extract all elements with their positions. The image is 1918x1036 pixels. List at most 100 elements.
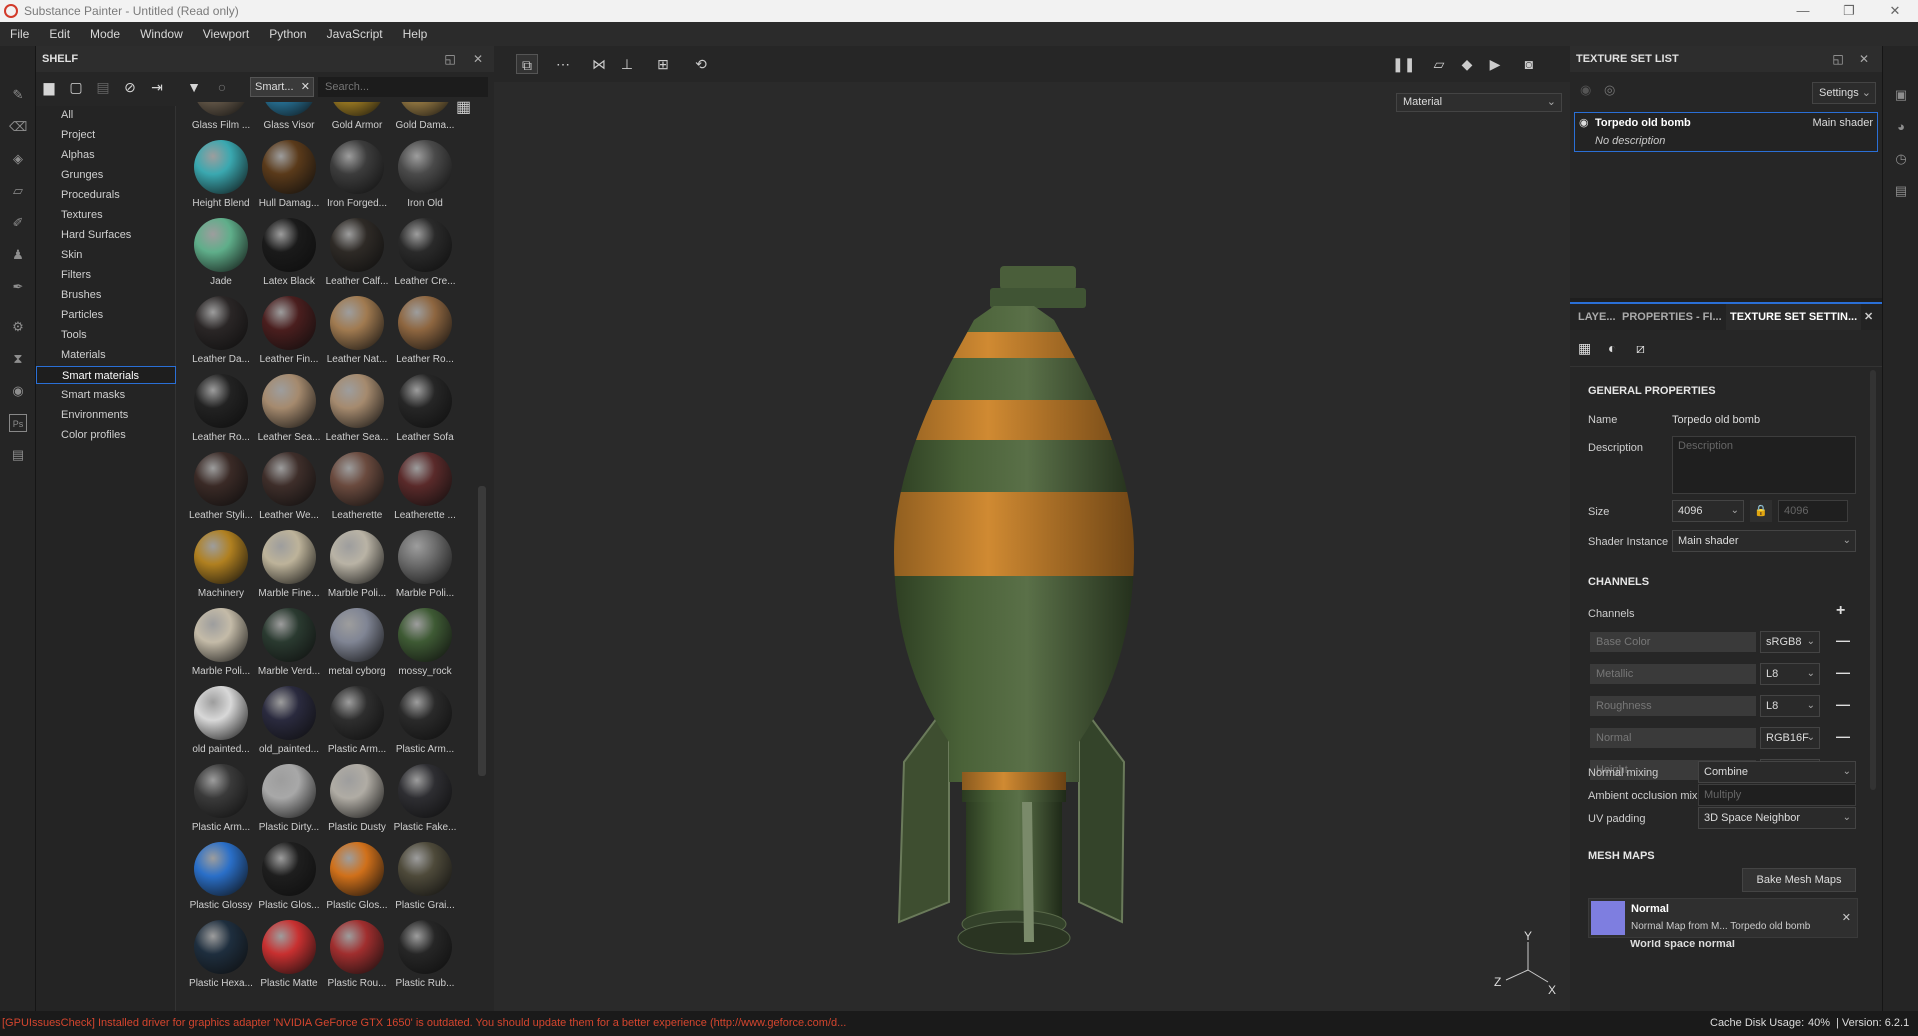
material-swatch[interactable]: Leather We...: [252, 452, 322, 530]
material-swatch[interactable]: Marble Poli...: [320, 530, 390, 608]
close-panel-icon[interactable]: ✕: [1854, 46, 1874, 72]
polygon-fill-icon[interactable]: ▱: [9, 182, 27, 200]
category-item[interactable]: Hard Surfaces: [36, 226, 176, 244]
description-field[interactable]: Description: [1672, 436, 1856, 494]
tab-layers[interactable]: LAYE...: [1578, 304, 1616, 330]
visibility-icon[interactable]: ◎: [1604, 82, 1615, 98]
material-swatch[interactable]: Plastic Arm...: [320, 686, 390, 764]
menu-window[interactable]: Window: [130, 22, 193, 46]
filter-chip[interactable]: Smart... ✕: [250, 77, 314, 97]
material-swatch[interactable]: mossy_rock: [388, 608, 458, 686]
selection-mode-icon[interactable]: ⧉: [516, 54, 538, 74]
plugin-icon[interactable]: ◉: [9, 382, 27, 400]
eye-icon[interactable]: ◉: [1580, 82, 1591, 98]
material-swatch[interactable]: Plastic Glossy: [184, 842, 254, 920]
material-swatch[interactable]: Leather Sea...: [252, 374, 322, 452]
material-swatch[interactable]: Plastic Fake...: [388, 764, 458, 842]
category-item[interactable]: Tools: [36, 326, 176, 344]
uv-padding-dropdown[interactable]: 3D Space Neighbor ⌄: [1698, 807, 1856, 829]
close-panel-icon[interactable]: ✕: [468, 46, 488, 72]
material-swatch[interactable]: Plastic Rub...: [388, 920, 458, 998]
display-settings-icon[interactable]: ◕: [1892, 118, 1910, 136]
material-swatch[interactable]: Plastic Glos...: [252, 842, 322, 920]
material-swatch[interactable]: Plastic Grai...: [388, 842, 458, 920]
bake-icon[interactable]: ⚙: [9, 318, 27, 336]
align-icon[interactable]: ⊥: [616, 54, 638, 74]
material-swatch[interactable]: Leather Ro...: [388, 296, 458, 374]
fit-view-icon[interactable]: ⊞: [652, 54, 674, 74]
menu-mode[interactable]: Mode: [80, 22, 130, 46]
material-swatch[interactable]: Marble Poli...: [184, 608, 254, 686]
float-panel-icon[interactable]: ◱: [440, 46, 460, 72]
texture-set-item[interactable]: ◉ Torpedo old bomb Main shader No descri…: [1574, 112, 1878, 152]
symmetry-icon[interactable]: ⋈: [588, 54, 610, 74]
library-icon[interactable]: ▤: [93, 77, 113, 97]
material-swatch[interactable]: Iron Old: [388, 140, 458, 218]
folder-icon[interactable]: ▆: [39, 77, 59, 97]
category-item[interactable]: Grunges: [36, 166, 176, 184]
material-swatch[interactable]: Leather Da...: [184, 296, 254, 374]
torpedo-model[interactable]: [494, 82, 1570, 1011]
channel-name-field[interactable]: Metallic: [1590, 664, 1756, 684]
category-item[interactable]: Color profiles: [36, 426, 176, 444]
material-swatch[interactable]: Plastic Dirty...: [252, 764, 322, 842]
hide-icon[interactable]: ⊘: [120, 77, 140, 97]
eraser-icon[interactable]: ⌫: [9, 118, 27, 136]
category-item[interactable]: Materials: [36, 346, 176, 364]
texture-set-list-icon[interactable]: ▣: [1892, 86, 1910, 104]
view-3d-icon[interactable]: ◆: [1456, 54, 1478, 74]
category-item[interactable]: Brushes: [36, 286, 176, 304]
category-item[interactable]: Filters: [36, 266, 176, 284]
maximize-button[interactable]: ❐: [1826, 0, 1872, 22]
projection-icon[interactable]: ◈: [9, 150, 27, 168]
menu-file[interactable]: File: [0, 22, 39, 46]
tab-properties[interactable]: PROPERTIES - FI...: [1622, 304, 1722, 330]
color-picker-icon[interactable]: ✒: [9, 278, 27, 296]
category-item[interactable]: Smart masks: [36, 386, 176, 404]
filter-icon[interactable]: ▼: [184, 77, 204, 97]
grid-view-toggle-icon[interactable]: ⋯: [552, 54, 574, 74]
material-icon[interactable]: ◐: [1608, 340, 1616, 356]
menu-help[interactable]: Help: [393, 22, 438, 46]
lock-icon[interactable]: 🔒: [1750, 500, 1772, 522]
close-window-button[interactable]: ✕: [1872, 0, 1918, 22]
material-swatch[interactable]: Leather Fin...: [252, 296, 322, 374]
material-swatch[interactable]: Machinery: [184, 530, 254, 608]
material-swatch[interactable]: Plastic Arm...: [388, 686, 458, 764]
material-swatch[interactable]: Iron Forged...: [320, 140, 390, 218]
material-swatch[interactable]: Leather Styli...: [184, 452, 254, 530]
name-value[interactable]: Torpedo old bomb: [1672, 414, 1760, 426]
channel-format-dropdown[interactable]: RGB16F ⌄: [1760, 727, 1820, 749]
camera-icon[interactable]: ▶: [1484, 54, 1506, 74]
export-icon[interactable]: ⧗: [9, 350, 27, 368]
mesh-map-item-normal[interactable]: Normal Normal Map from M... Torpedo old …: [1588, 898, 1858, 938]
shelf-search-input[interactable]: [318, 77, 488, 97]
material-swatch[interactable]: Leather Cre...: [388, 218, 458, 296]
settings-dropdown[interactable]: Settings ⌄: [1812, 82, 1876, 104]
viewport-3d[interactable]: ⧉ ⋯ ⋈ ⊥ ⊞ ⟲ ❚❚ ▱ ◆ ▶ ◙ Material ⌄ Y X Z: [494, 46, 1570, 1011]
menu-edit[interactable]: Edit: [39, 22, 80, 46]
normal-mixing-dropdown[interactable]: Combine ⌄: [1698, 761, 1856, 783]
channel-format-dropdown[interactable]: L8 ⌄: [1760, 695, 1820, 717]
category-item[interactable]: Environments: [36, 406, 176, 424]
material-swatch[interactable]: Plastic Matte: [252, 920, 322, 998]
channel-name-field[interactable]: Base Color: [1590, 632, 1756, 652]
screenshot-icon[interactable]: ◙: [1518, 54, 1540, 74]
material-swatch[interactable]: Marble Poli...: [388, 530, 458, 608]
material-swatch[interactable]: Glass Film ...: [184, 102, 254, 140]
minimize-button[interactable]: —: [1780, 0, 1826, 22]
material-swatch[interactable]: Leather Calf...: [320, 218, 390, 296]
material-swatch[interactable]: Plastic Rou...: [320, 920, 390, 998]
texture-set-icon[interactable]: ▦: [1578, 340, 1591, 357]
shader-instance-dropdown[interactable]: Main shader ⌄: [1672, 530, 1856, 552]
channel-format-dropdown[interactable]: L8 ⌄: [1760, 663, 1820, 685]
menu-javascript[interactable]: JavaScript: [317, 22, 393, 46]
material-swatch[interactable]: Leather Nat...: [320, 296, 390, 374]
clone-stamp-icon[interactable]: ♟: [9, 246, 27, 264]
material-swatch[interactable]: Marble Verd...: [252, 608, 322, 686]
new-item-icon[interactable]: ▢: [66, 77, 86, 97]
remove-channel-button[interactable]: —: [1836, 696, 1850, 712]
material-swatch[interactable]: Plastic Hexa...: [184, 920, 254, 998]
material-swatch[interactable]: Leatherette ...: [388, 452, 458, 530]
material-swatch[interactable]: Gold Dama...: [388, 102, 458, 140]
